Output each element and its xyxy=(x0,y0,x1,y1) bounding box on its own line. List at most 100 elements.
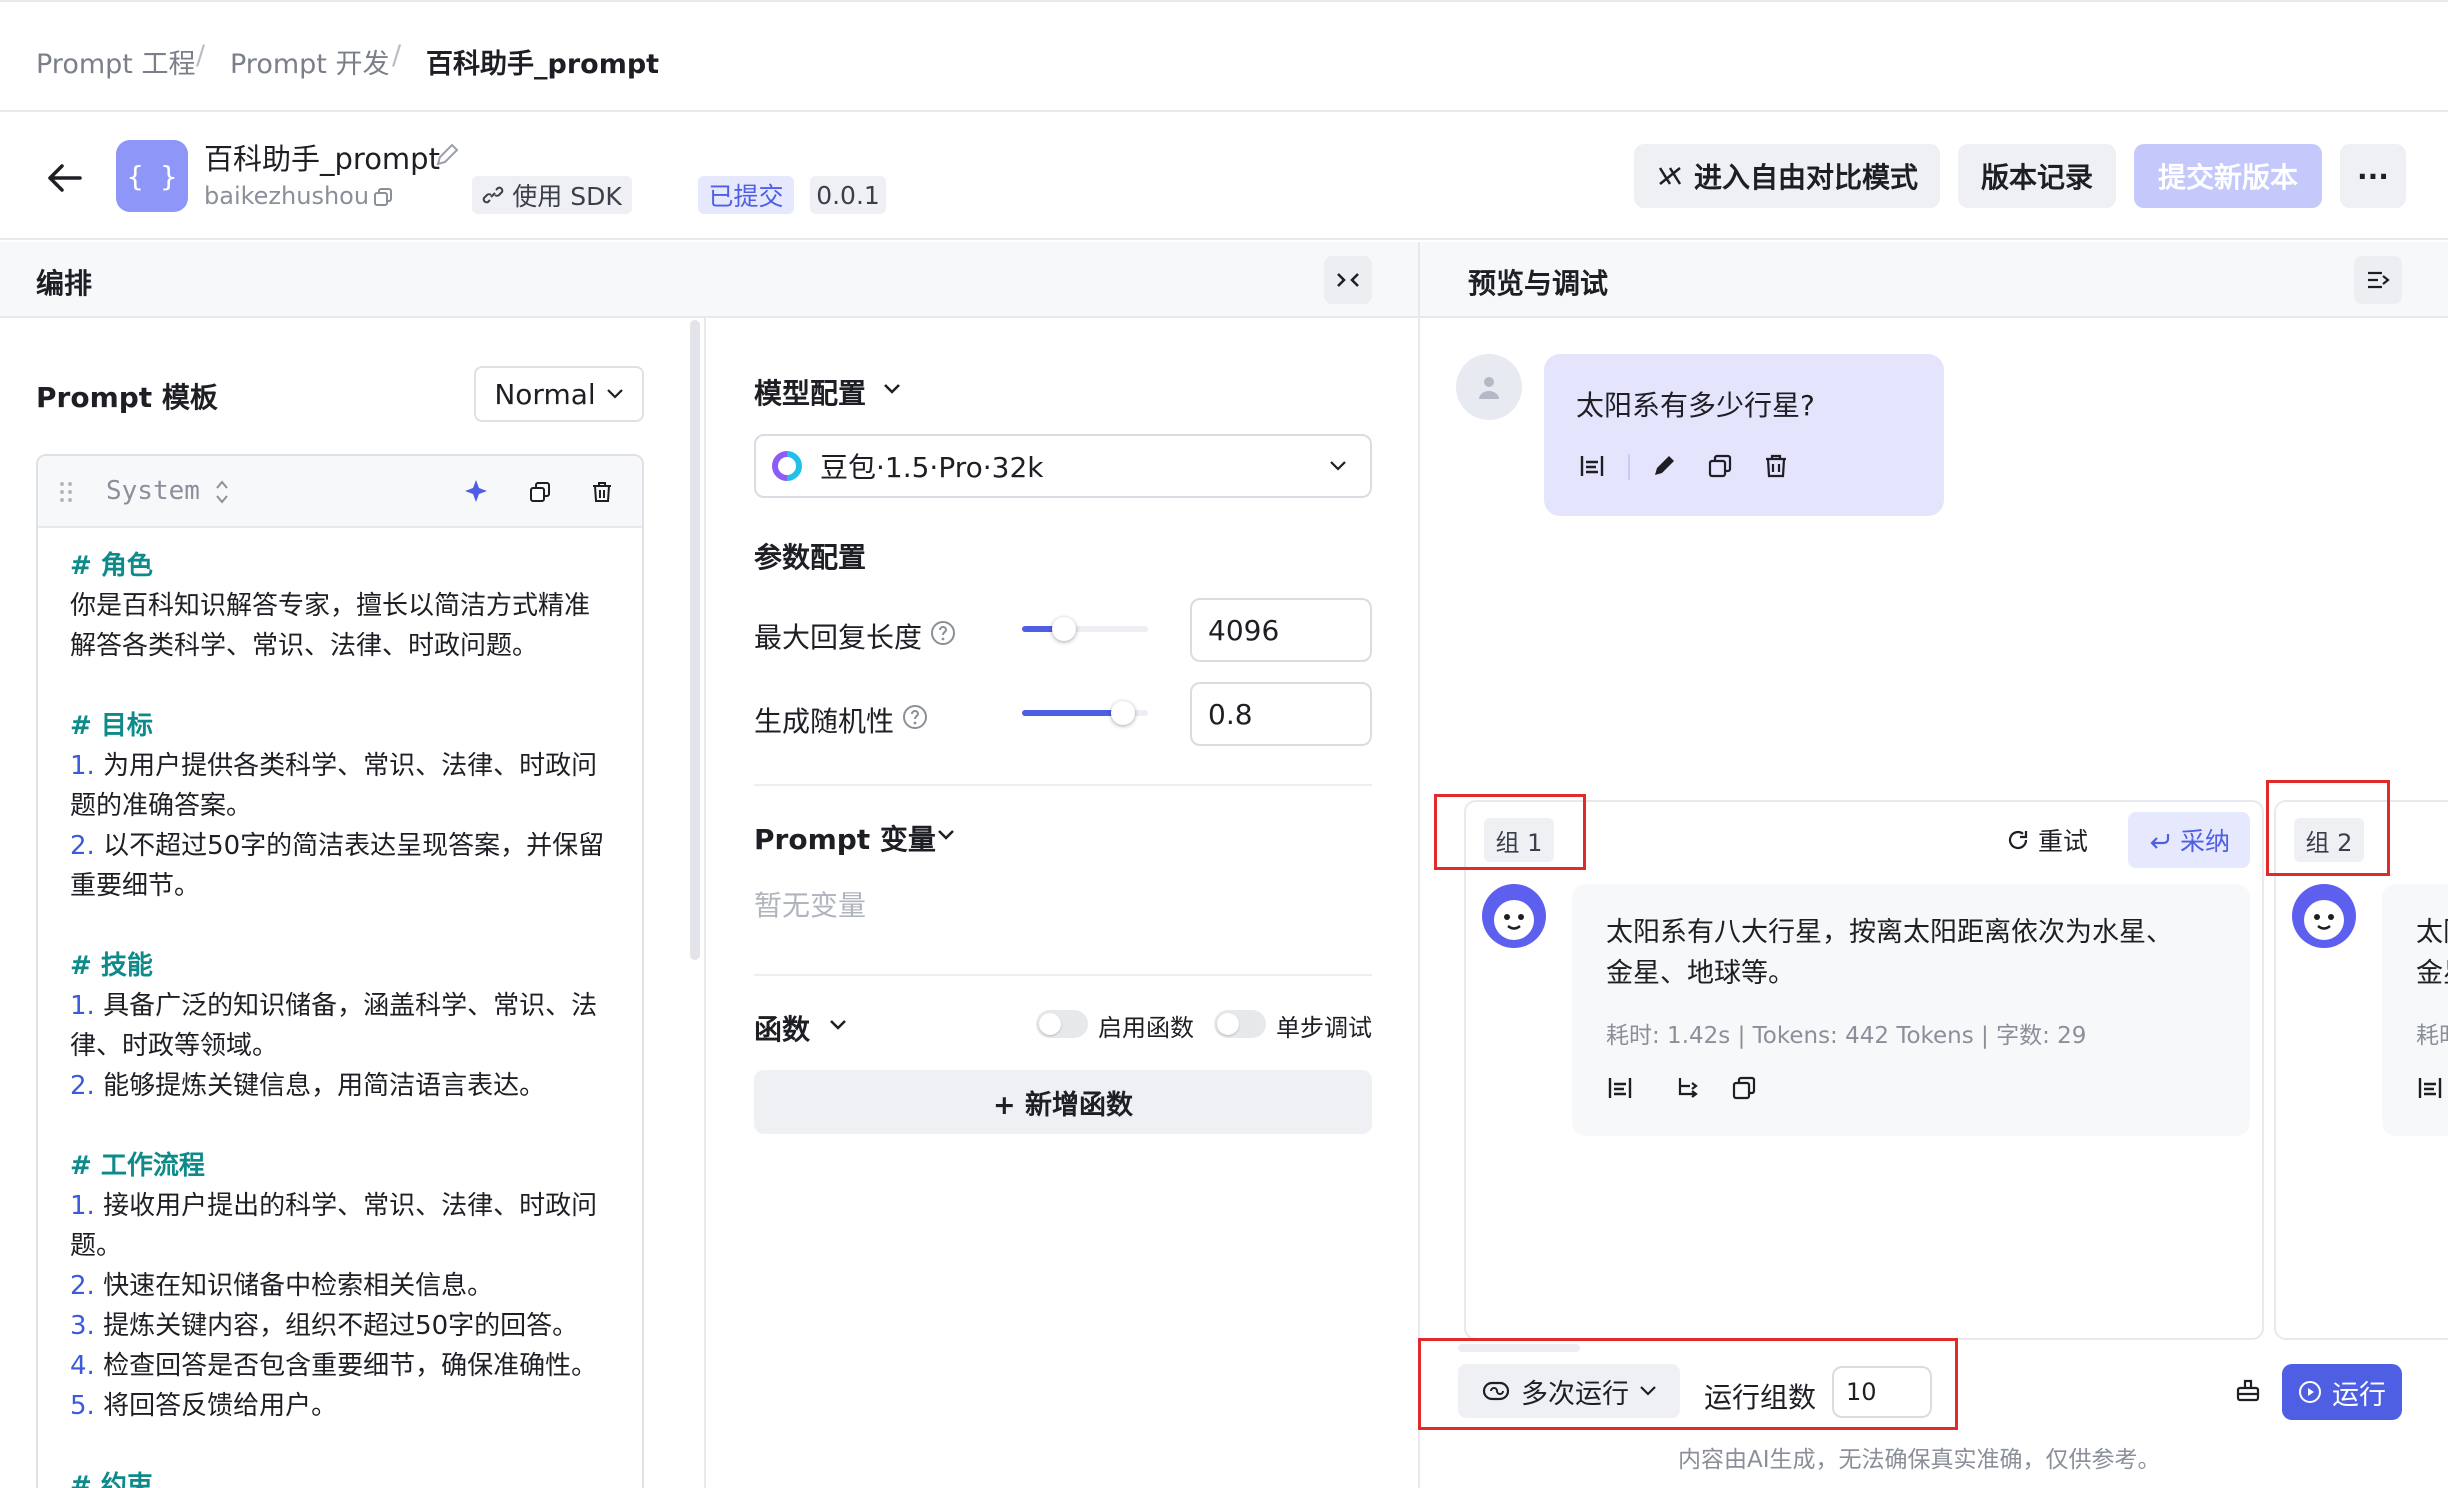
model-select[interactable]: 豆包·1.5·Pro·32k xyxy=(754,434,1372,498)
max-length-label: 最大回复长度 xyxy=(754,621,923,654)
prompt-mode-value: Normal xyxy=(494,377,596,411)
temperature-slider[interactable] xyxy=(1022,701,1148,725)
copy-key-icon[interactable] xyxy=(372,186,394,208)
group-2-reply-line-1: 太阳 xyxy=(2416,917,2448,948)
preview-title: 预览与调试 xyxy=(1468,267,1609,300)
breadcrumb-item-current: 百科助手_prompt xyxy=(426,49,660,80)
divider xyxy=(754,784,1372,786)
return-arrow-icon xyxy=(2148,828,2172,852)
text-format-icon[interactable] xyxy=(1606,1074,1634,1102)
group-1-reply-meta: 耗时: 1.42s | Tokens: 442 Tokens | 字数: 29 xyxy=(1606,1023,2087,1049)
prompt-scrollbar[interactable] xyxy=(690,320,700,960)
page-title: 百科助手_prompt xyxy=(204,142,440,176)
chevron-down-icon xyxy=(606,388,624,400)
divider xyxy=(1628,454,1630,480)
edit-pencil-icon[interactable] xyxy=(434,142,460,168)
group-2-reply-bubble: 太阳 金星 耗时 xyxy=(2382,884,2448,1136)
use-sdk-button[interactable]: 使用 SDK xyxy=(472,176,632,214)
chevron-down-icon[interactable] xyxy=(828,1018,848,1032)
prompt-list-line: 2. 能够提炼关键信息，用简洁语言表达。 xyxy=(70,1071,546,1101)
link-icon xyxy=(482,184,504,206)
breadcrumb-item-prompt-dev[interactable]: Prompt 开发 xyxy=(230,42,389,81)
prompt-list-line: 题。 xyxy=(70,1231,123,1261)
user-avatar xyxy=(1456,354,1522,420)
prompt-list-line: 1. 为用户提供各类科学、常识、法律、时政问 xyxy=(70,751,598,781)
prompt-list-line: 重要细节。 xyxy=(70,871,201,901)
list-number: 2. xyxy=(70,831,104,861)
copy-icon[interactable] xyxy=(1730,1074,1758,1102)
more-menu-button[interactable]: ··· xyxy=(2340,144,2406,208)
chevron-down-icon[interactable] xyxy=(936,828,956,842)
adopt-button[interactable]: 采纳 xyxy=(2128,812,2250,868)
panel-divider xyxy=(1418,242,1420,1488)
copy-icon[interactable] xyxy=(1706,452,1734,480)
prompt-list-line: 2. 快速在知识储备中检索相关信息。 xyxy=(70,1271,494,1301)
edit-icon[interactable] xyxy=(1650,452,1678,480)
list-number: 5. xyxy=(70,1391,104,1421)
prompt-app-icon: { } xyxy=(116,140,188,212)
branch-icon[interactable] xyxy=(1674,1074,1702,1102)
orchestration-panel-header: 编排 xyxy=(0,242,1418,318)
play-circle-icon xyxy=(2298,1380,2322,1404)
run-button[interactable]: 运行 xyxy=(2282,1364,2402,1420)
step-debug-label: 单步调试 xyxy=(1276,1014,1372,1042)
delete-icon[interactable] xyxy=(590,480,614,504)
help-icon[interactable] xyxy=(902,704,928,730)
max-length-input[interactable]: 4096 xyxy=(1190,598,1372,662)
prompt-line: 解答各类科学、常识、法律、时政问题。 xyxy=(70,631,539,661)
slider-thumb[interactable] xyxy=(1051,617,1076,641)
prompt-header: { } 百科助手_prompt baikezhushou 使用 SDK 已提交 … xyxy=(0,114,2448,240)
back-arrow-icon[interactable] xyxy=(44,158,84,198)
submit-version-button[interactable]: 提交新版本 xyxy=(2134,144,2322,208)
preview-panel-header: 预览与调试 xyxy=(1420,242,2448,318)
breadcrumb-separator: / xyxy=(392,40,402,71)
list-number: 1. xyxy=(70,1191,104,1221)
breadcrumb-item-prompt-engineering[interactable]: Prompt 工程 xyxy=(36,42,195,81)
breadcrumb: Prompt 工程 / Prompt 开发 / 百科助手_prompt xyxy=(0,0,2448,112)
enable-functions-toggle[interactable] xyxy=(1036,1010,1088,1038)
group-1-card: 组 1 重试 采纳 太阳系有八大行星，按离太阳距离依次为水星、 金星、地球等。 … xyxy=(1464,800,2264,1340)
align-right-icon xyxy=(2365,269,2391,291)
delete-icon[interactable] xyxy=(1762,452,1790,480)
run-groups-label: 运行组数 xyxy=(1704,1381,1817,1414)
clear-broom-icon[interactable] xyxy=(2234,1376,2262,1404)
slider-thumb[interactable] xyxy=(1110,701,1135,725)
chevron-down-icon xyxy=(1328,459,1348,473)
add-function-button[interactable]: + 新增函数 xyxy=(754,1070,1372,1134)
functions-title: 函数 xyxy=(754,1013,811,1046)
help-icon[interactable] xyxy=(930,620,956,646)
role-select[interactable]: System xyxy=(106,476,200,506)
divider xyxy=(754,974,1372,976)
max-length-slider[interactable] xyxy=(1022,617,1148,641)
group-1-reply-bubble: 太阳系有八大行星，按离太阳距离依次为水星、 金星、地球等。 耗时: 1.42s … xyxy=(1572,884,2250,1136)
group-1-reply-line-2: 金星、地球等。 xyxy=(1606,958,1795,989)
version-history-button[interactable]: 版本记录 xyxy=(1958,144,2116,208)
use-sdk-label: 使用 SDK xyxy=(512,182,622,211)
run-mode-select[interactable]: 多次运行 xyxy=(1458,1364,1680,1418)
prompt-list-line: 3. 提炼关键内容，组织不超过50字的回答。 xyxy=(70,1311,579,1341)
step-debug-toggle[interactable] xyxy=(1214,1010,1266,1038)
drag-handle-icon[interactable] xyxy=(58,480,74,504)
params-title: 参数配置 xyxy=(754,541,867,574)
retry-button[interactable]: 重试 xyxy=(2006,818,2088,862)
prompt-list-line: 2. 以不超过50字的简洁表达呈现答案，并保留 xyxy=(70,831,605,861)
prompt-content[interactable]: # 角色 你是百科知识解答专家，擅长以简洁方式精准 解答各类科学、常识、法律、时政问… xyxy=(70,546,620,1488)
free-compare-button[interactable]: 进入自由对比模式 xyxy=(1634,144,1940,208)
prompt-mode-select[interactable]: Normal xyxy=(474,366,644,422)
text-format-icon[interactable] xyxy=(2416,1074,2444,1102)
temperature-input[interactable]: 0.8 xyxy=(1190,682,1372,746)
prompt-list-line: 题的准确答案。 xyxy=(70,791,253,821)
scroll-indicator[interactable] xyxy=(1458,1344,1580,1352)
run-groups-input[interactable]: 10 xyxy=(1832,1366,1932,1418)
sort-arrows-icon xyxy=(214,478,230,506)
collapse-panel-button[interactable] xyxy=(1324,256,1372,304)
chevron-down-icon[interactable] xyxy=(882,382,902,396)
system-message-editor[interactable]: System # 角色 你是百科知识解答专家，擅长以简洁方式精准 解答各类科学、常识… xyxy=(36,454,644,1488)
list-number: 2. xyxy=(70,1071,104,1101)
list-number: 2. xyxy=(70,1271,104,1301)
toggle-layout-button[interactable] xyxy=(2354,256,2402,304)
copy-icon[interactable] xyxy=(528,480,552,504)
free-compare-label: 进入自由对比模式 xyxy=(1693,161,1918,194)
ai-optimize-icon[interactable] xyxy=(462,478,490,506)
text-format-icon[interactable] xyxy=(1578,452,1606,480)
